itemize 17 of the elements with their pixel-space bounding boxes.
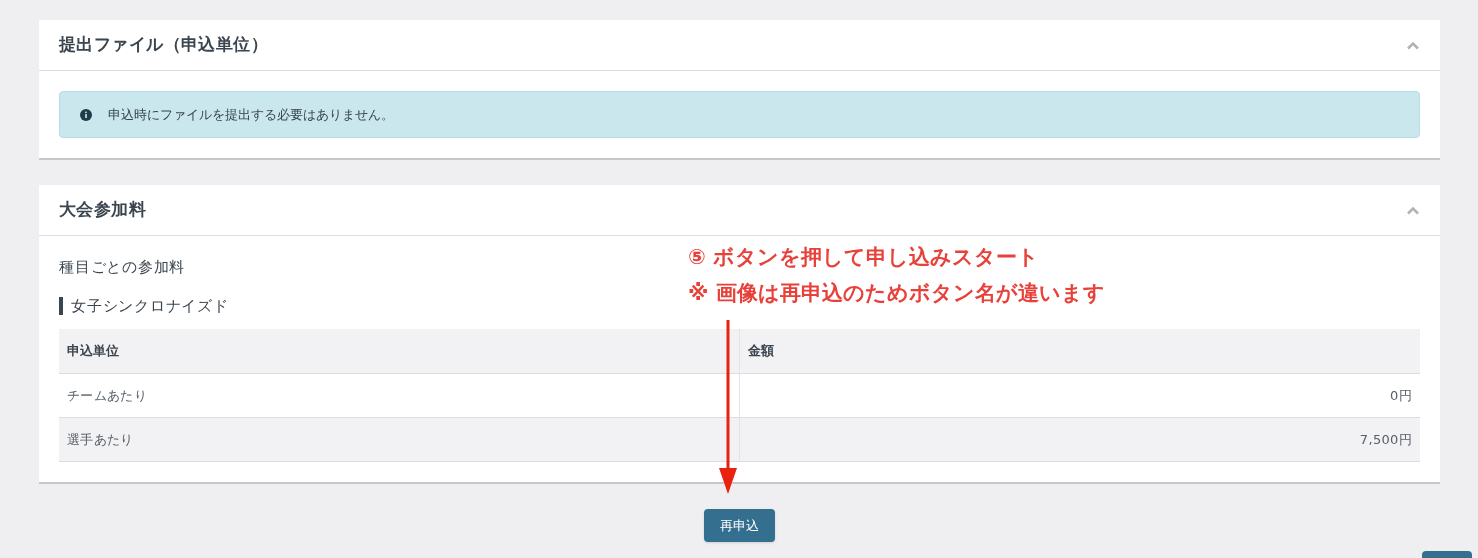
alert-text: 申込時にファイルを提出する必要はありません。 (108, 105, 394, 124)
heading-marker (59, 296, 63, 315)
section-title: 大会参加料 (59, 198, 147, 222)
subheading: 種目ごとの参加料 (59, 257, 185, 278)
table-cell-text: 0円 (1389, 386, 1413, 405)
event-heading: 女子シンクロナイズド (71, 295, 229, 317)
annotation-text: ⑤ ボタンを押して申し込みスタート (688, 244, 1041, 270)
section-header[interactable]: 提出ファイル（申込単位） (39, 20, 1440, 71)
reapply-button[interactable]: 再申込 (703, 509, 775, 542)
section-title: 提出ファイル（申込単位） (59, 33, 269, 57)
table-cell-text: 7,500円 (1358, 430, 1413, 449)
annotation-text: ※ 画像は再申込のためボタン名が違います (688, 280, 1105, 306)
chevron-up-icon[interactable] (1406, 205, 1420, 215)
chevron-up-icon[interactable] (1406, 40, 1420, 50)
info-icon (80, 108, 92, 121)
column-header: 金額 (746, 342, 775, 361)
section-header[interactable]: 大会参加料 (39, 185, 1440, 236)
